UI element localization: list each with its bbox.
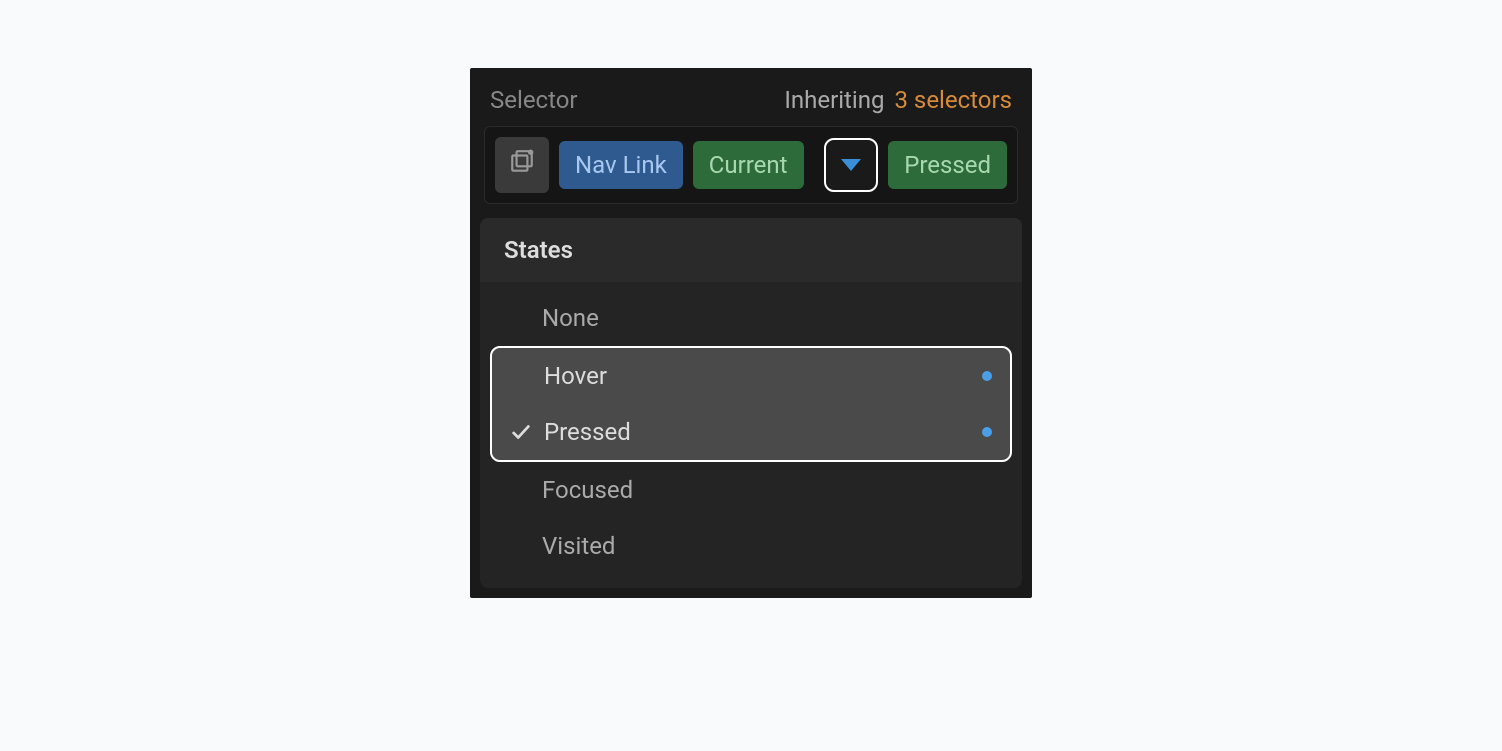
selector-title: Selector: [490, 86, 578, 114]
token-label: Nav Link: [575, 151, 667, 179]
states-dropdown-button[interactable]: [824, 138, 878, 192]
states-highlight-group: Hover Pressed: [490, 346, 1012, 462]
caret-down-icon: [841, 159, 861, 171]
state-token-pressed[interactable]: Pressed: [888, 141, 1007, 189]
state-token-current[interactable]: Current: [693, 141, 804, 189]
state-label: None: [542, 304, 994, 332]
state-option-visited[interactable]: Visited: [490, 518, 1012, 574]
states-dropdown-panel: States None Hover Press: [480, 218, 1022, 588]
style-indicator-dot: [982, 371, 992, 381]
state-label: Hover: [544, 362, 982, 390]
check-icon: [510, 421, 544, 443]
states-list: None Hover Pressed: [480, 282, 1022, 588]
selector-token-field[interactable]: Nav Link Current Pressed: [484, 126, 1018, 204]
class-token-nav-link[interactable]: Nav Link: [559, 141, 683, 189]
selector-header: Selector Inheriting 3 selectors: [470, 68, 1032, 126]
inheriting-label: Inheriting: [784, 86, 884, 114]
state-option-hover[interactable]: Hover: [492, 348, 1010, 404]
inheriting-info[interactable]: Inheriting 3 selectors: [784, 86, 1012, 114]
states-heading: States: [480, 218, 1022, 282]
state-label: Visited: [542, 532, 994, 560]
state-option-focused[interactable]: Focused: [490, 462, 1012, 518]
style-indicator-dot: [982, 427, 992, 437]
token-label: Current: [709, 151, 788, 179]
state-option-none[interactable]: None: [490, 290, 1012, 346]
token-label: Pressed: [904, 151, 991, 179]
element-indicator-token[interactable]: [495, 137, 549, 193]
inheriting-count: 3 selectors: [894, 86, 1012, 114]
style-selector-panel: Selector Inheriting 3 selectors Nav Link…: [470, 68, 1032, 598]
state-label: Pressed: [544, 418, 982, 446]
element-icon: [509, 149, 535, 181]
state-label: Focused: [542, 476, 994, 504]
state-option-pressed[interactable]: Pressed: [492, 404, 1010, 460]
